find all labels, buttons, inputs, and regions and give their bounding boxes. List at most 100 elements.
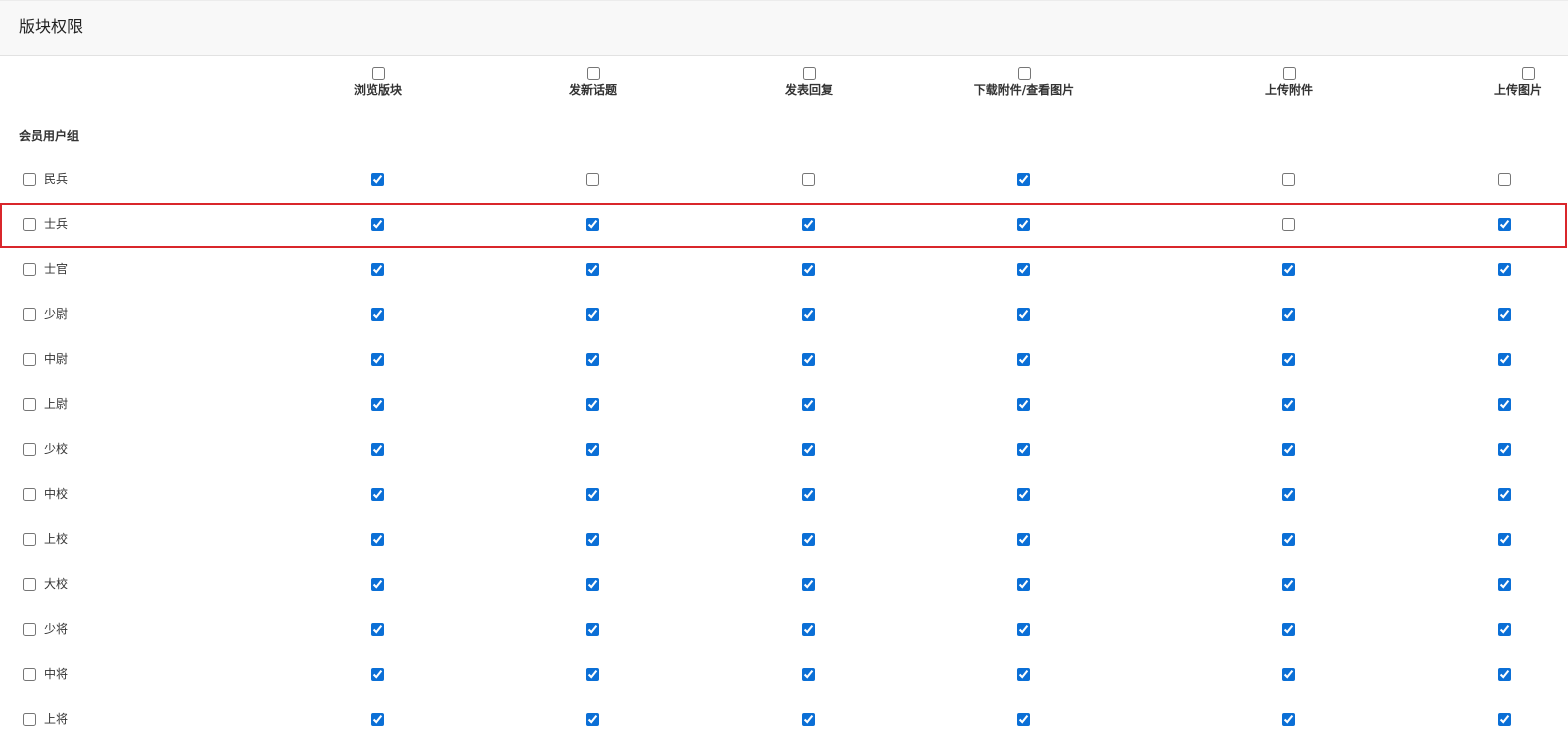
- permission-checkbox[interactable]: [802, 218, 815, 231]
- column-select-all-checkbox[interactable]: [586, 67, 600, 80]
- permission-checkbox[interactable]: [371, 578, 384, 591]
- permission-checkbox[interactable]: [802, 533, 815, 546]
- permission-checkbox[interactable]: [586, 623, 599, 636]
- permission-checkbox[interactable]: [1498, 173, 1511, 186]
- row-select-checkbox[interactable]: [23, 578, 36, 591]
- permission-checkbox[interactable]: [586, 533, 599, 546]
- permission-checkbox[interactable]: [371, 488, 384, 501]
- permission-checkbox[interactable]: [802, 353, 815, 366]
- table-row: 中尉: [0, 338, 1568, 383]
- permission-checkbox[interactable]: [1017, 533, 1030, 546]
- permission-checkbox[interactable]: [802, 488, 815, 501]
- column-select-all-checkbox[interactable]: [371, 67, 385, 80]
- permission-checkbox[interactable]: [371, 668, 384, 681]
- permission-checkbox[interactable]: [1282, 578, 1295, 591]
- permission-checkbox[interactable]: [802, 443, 815, 456]
- permission-checkbox[interactable]: [1282, 533, 1295, 546]
- row-select-checkbox[interactable]: [23, 308, 36, 321]
- row-select-checkbox[interactable]: [23, 398, 36, 411]
- permission-checkbox[interactable]: [371, 623, 384, 636]
- column-select-all-checkbox[interactable]: [802, 67, 816, 80]
- permission-checkbox[interactable]: [1282, 623, 1295, 636]
- permission-checkbox[interactable]: [1017, 218, 1030, 231]
- permission-checkbox[interactable]: [371, 308, 384, 321]
- permission-checkbox[interactable]: [1282, 398, 1295, 411]
- row-select-checkbox[interactable]: [23, 713, 36, 726]
- permission-checkbox[interactable]: [1017, 443, 1030, 456]
- permission-checkbox[interactable]: [1282, 263, 1295, 276]
- permission-checkbox[interactable]: [1017, 713, 1030, 726]
- permission-checkbox[interactable]: [586, 578, 599, 591]
- permission-checkbox[interactable]: [586, 398, 599, 411]
- permission-checkbox[interactable]: [586, 353, 599, 366]
- table-row: 少将: [0, 608, 1568, 653]
- permission-checkbox[interactable]: [1498, 263, 1511, 276]
- permission-checkbox[interactable]: [1282, 173, 1295, 186]
- permission-checkbox[interactable]: [371, 443, 384, 456]
- row-select-checkbox[interactable]: [23, 218, 36, 231]
- permission-checkbox[interactable]: [1282, 308, 1295, 321]
- permission-checkbox[interactable]: [1017, 623, 1030, 636]
- permission-checkbox[interactable]: [802, 398, 815, 411]
- permission-checkbox[interactable]: [1017, 308, 1030, 321]
- permission-checkbox[interactable]: [1498, 623, 1511, 636]
- row-select-checkbox[interactable]: [23, 173, 36, 186]
- permission-checkbox[interactable]: [586, 308, 599, 321]
- permission-checkbox[interactable]: [586, 443, 599, 456]
- row-select-checkbox[interactable]: [23, 668, 36, 681]
- permission-checkbox[interactable]: [802, 308, 815, 321]
- permission-checkbox[interactable]: [586, 668, 599, 681]
- permission-checkbox[interactable]: [1017, 578, 1030, 591]
- permission-checkbox[interactable]: [1282, 218, 1295, 231]
- row-select-checkbox[interactable]: [23, 488, 36, 501]
- permission-checkbox[interactable]: [586, 488, 599, 501]
- permission-checkbox[interactable]: [371, 263, 384, 276]
- permission-checkbox[interactable]: [1282, 353, 1295, 366]
- permission-checkbox[interactable]: [1282, 713, 1295, 726]
- permission-checkbox[interactable]: [371, 173, 384, 186]
- permission-checkbox[interactable]: [1017, 668, 1030, 681]
- permission-checkbox[interactable]: [1282, 443, 1295, 456]
- permission-checkbox[interactable]: [1498, 218, 1511, 231]
- permission-checkbox[interactable]: [1498, 308, 1511, 321]
- permission-checkbox[interactable]: [1498, 353, 1511, 366]
- permission-checkbox[interactable]: [802, 623, 815, 636]
- permission-checkbox[interactable]: [1498, 578, 1511, 591]
- permission-checkbox[interactable]: [1017, 353, 1030, 366]
- permission-checkbox[interactable]: [1498, 488, 1511, 501]
- permission-checkbox[interactable]: [1017, 263, 1030, 276]
- permission-checkbox[interactable]: [802, 713, 815, 726]
- permission-checkbox[interactable]: [586, 218, 599, 231]
- permission-checkbox[interactable]: [1498, 443, 1511, 456]
- permission-checkbox[interactable]: [1017, 488, 1030, 501]
- permission-checkbox[interactable]: [1498, 398, 1511, 411]
- permission-checkbox[interactable]: [586, 263, 599, 276]
- permission-checkbox[interactable]: [1017, 173, 1030, 186]
- permission-checkbox[interactable]: [802, 668, 815, 681]
- permission-checkbox[interactable]: [802, 173, 815, 186]
- permission-checkbox[interactable]: [371, 218, 384, 231]
- row-select-checkbox[interactable]: [23, 353, 36, 366]
- column-select-all-checkbox[interactable]: [1017, 67, 1031, 80]
- row-select-checkbox[interactable]: [23, 533, 36, 546]
- permission-checkbox[interactable]: [1498, 713, 1511, 726]
- permission-checkbox[interactable]: [1017, 398, 1030, 411]
- permission-checkbox[interactable]: [371, 713, 384, 726]
- permission-checkbox[interactable]: [371, 398, 384, 411]
- permission-checkbox[interactable]: [371, 533, 384, 546]
- permission-checkbox[interactable]: [371, 353, 384, 366]
- permission-checkbox[interactable]: [586, 173, 599, 186]
- column-select-all-checkbox[interactable]: [1522, 67, 1535, 80]
- permission-checkbox[interactable]: [1498, 668, 1511, 681]
- permission-checkbox[interactable]: [1498, 533, 1511, 546]
- row-select-checkbox[interactable]: [23, 263, 36, 276]
- user-group-name: 中校: [44, 487, 69, 501]
- row-select-checkbox[interactable]: [23, 443, 36, 456]
- permission-checkbox[interactable]: [586, 713, 599, 726]
- row-select-checkbox[interactable]: [23, 623, 36, 636]
- column-select-all-checkbox[interactable]: [1282, 67, 1296, 80]
- permission-checkbox[interactable]: [1282, 488, 1295, 501]
- permission-checkbox[interactable]: [802, 578, 815, 591]
- permission-checkbox[interactable]: [802, 263, 815, 276]
- permission-checkbox[interactable]: [1282, 668, 1295, 681]
